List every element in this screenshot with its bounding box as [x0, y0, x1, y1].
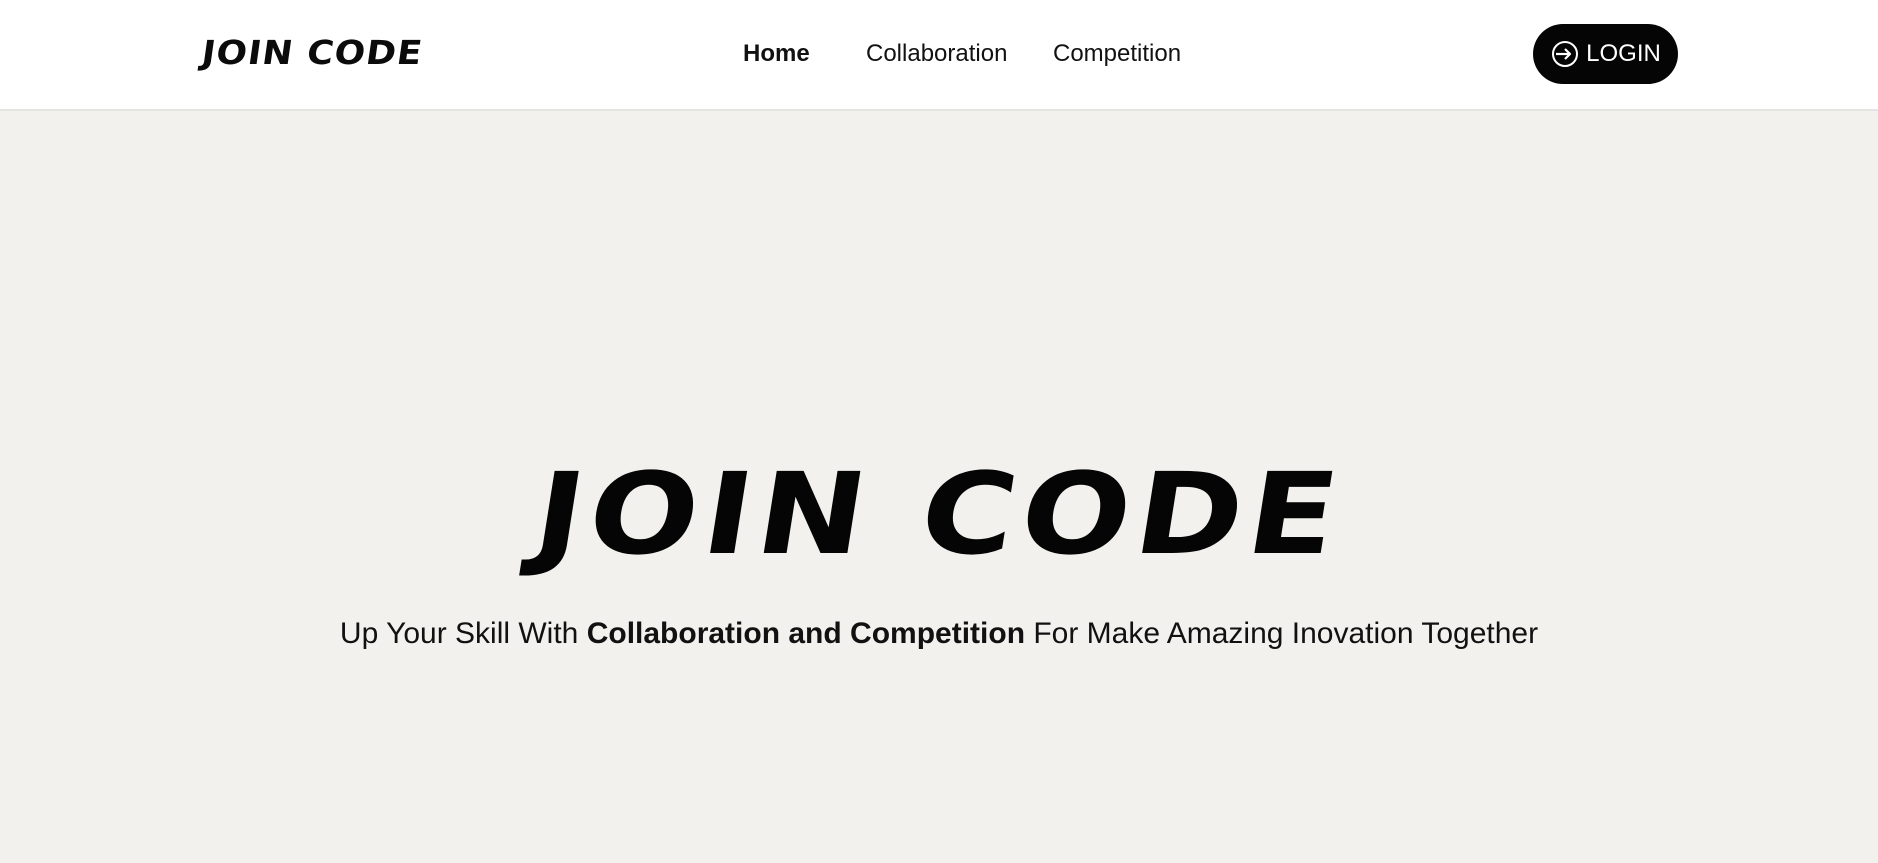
top-navbar: JOIN CODE Home Collaboration Competition…: [0, 0, 1878, 111]
hero-subtitle-suffix: For Make Amazing Inovation Together: [1025, 617, 1539, 650]
nav-link-competition[interactable]: Competition: [1053, 40, 1181, 68]
hero-section: JOIN CODE Up Your Skill With Collaborati…: [0, 111, 1878, 863]
login-arrow-icon: [1550, 39, 1580, 69]
nav-link-collaboration[interactable]: Collaboration: [866, 40, 1007, 68]
nav-link-home[interactable]: Home: [743, 40, 810, 68]
login-button[interactable]: LOGIN: [1533, 24, 1678, 84]
hero-title: JOIN CODE: [525, 449, 1353, 581]
hero-subtitle-prefix: Up Your Skill With: [339, 617, 587, 650]
login-label: LOGIN: [1586, 40, 1661, 67]
hero-subtitle: Up Your Skill With Collaboration and Com…: [0, 617, 1878, 651]
hero-subtitle-emphasis: Collaboration and Competition: [586, 617, 1026, 650]
